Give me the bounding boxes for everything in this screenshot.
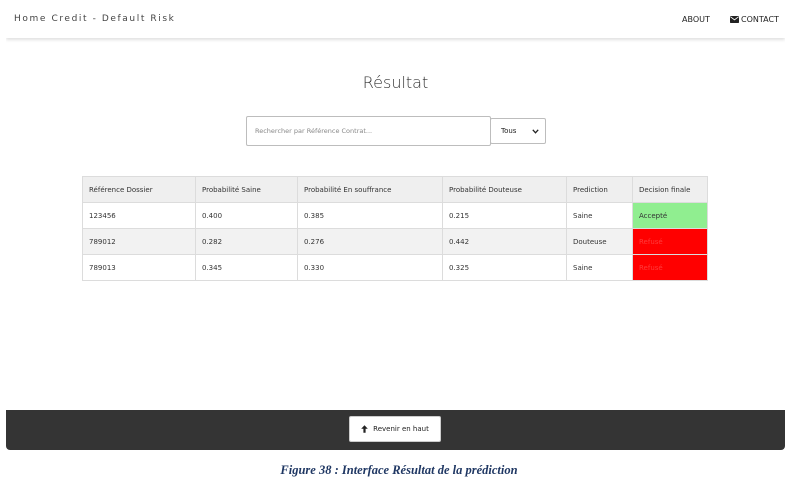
header-prob-saine: Probabilité Saine — [195, 176, 298, 203]
page-title: Résultat — [362, 73, 429, 92]
cell-prob-souffrance: 0.330 — [297, 254, 443, 281]
header-decision: Decision finale — [632, 176, 708, 203]
cell-decision-refused: Refusé — [632, 228, 708, 255]
table-row: 789013 0.345 0.330 0.325 Saine Refusé — [82, 254, 708, 281]
cell-prob-douteuse: 0.215 — [442, 202, 567, 229]
header-prob-souffrance: Probabilité En souffrance — [297, 176, 443, 203]
status-filter-select[interactable]: Tous — [490, 118, 546, 144]
cell-prediction: Douteuse — [566, 228, 633, 255]
nav-contact-label: CONTACT — [741, 15, 779, 24]
brand-link[interactable]: Home Credit - Default Risk — [14, 14, 175, 24]
table-header-row: Référence Dossier Probabilité Saine Prob… — [82, 176, 708, 203]
results-table: Référence Dossier Probabilité Saine Prob… — [82, 176, 708, 281]
app-window: Home Credit - Default Risk ABOUT CONTACT… — [6, 0, 785, 450]
arrow-up-icon — [361, 425, 368, 433]
cell-reference: 123456 — [82, 202, 196, 229]
cell-prob-saine: 0.400 — [195, 202, 298, 229]
cell-prediction: Saine — [566, 254, 633, 281]
header-reference: Référence Dossier — [82, 176, 196, 203]
nav-about-link[interactable]: ABOUT — [682, 15, 710, 24]
cell-reference: 789012 — [82, 228, 196, 255]
cell-prob-douteuse: 0.442 — [442, 228, 567, 255]
header-prob-douteuse: Probabilité Douteuse — [442, 176, 567, 203]
cell-decision-accepted: Accepté — [632, 202, 708, 229]
cell-decision-refused: Refusé — [632, 254, 708, 281]
header-prediction: Prediction — [566, 176, 633, 203]
cell-prediction: Saine — [566, 202, 633, 229]
status-filter-value: Tous — [501, 127, 517, 135]
cell-reference: 789013 — [82, 254, 196, 281]
back-to-top-label: Revenir en haut — [373, 425, 429, 433]
cell-prob-saine: 0.282 — [195, 228, 298, 255]
nav-contact-link[interactable]: CONTACT — [730, 15, 779, 24]
cell-prob-douteuse: 0.325 — [442, 254, 567, 281]
search-input[interactable] — [246, 116, 491, 146]
chevron-down-icon — [532, 128, 539, 134]
figure-caption: Figure 38 : Interface Résultat de la pré… — [280, 463, 518, 477]
back-to-top-button[interactable]: Revenir en haut — [349, 416, 441, 442]
table-row: 789012 0.282 0.276 0.442 Douteuse Refusé — [82, 228, 708, 255]
cell-prob-saine: 0.345 — [195, 254, 298, 281]
cell-prob-souffrance: 0.385 — [297, 202, 443, 229]
envelope-icon — [730, 16, 739, 23]
cell-prob-souffrance: 0.276 — [297, 228, 443, 255]
navbar: Home Credit - Default Risk ABOUT CONTACT — [6, 0, 785, 38]
table-row: 123456 0.400 0.385 0.215 Saine Accepté — [82, 202, 708, 229]
